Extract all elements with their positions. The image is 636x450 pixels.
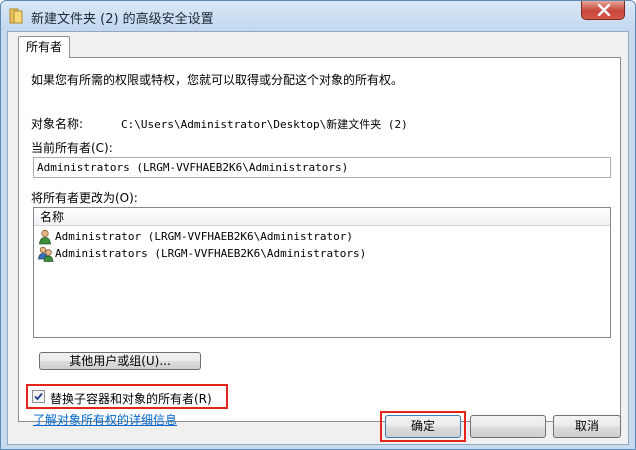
intro-text: 如果您有所需的权限或特权，您就可以取得或分配这个对象的所有权。 <box>31 73 404 87</box>
column-header-name[interactable]: 名称 <box>34 208 610 226</box>
close-icon <box>597 4 611 16</box>
window-title: 新建文件夹 (2) 的高级安全设置 <box>31 12 214 27</box>
tab-owner[interactable]: 所有者 <box>18 36 70 58</box>
title-bar[interactable]: 新建文件夹 (2) 的高级安全设置 <box>1 1 635 31</box>
group-icon <box>38 246 54 262</box>
user-icon <box>39 229 51 245</box>
close-button[interactable] <box>581 1 625 20</box>
list-item-label: Administrators (LRGM-VVFHAEB2K6\Administ… <box>55 247 367 260</box>
list-item-label: Administrator (LRGM-VVFHAEB2K6\Administr… <box>55 230 354 243</box>
dialog-client-area: 所有者 如果您有所需的权限或特权，您就可以取得或分配这个对象的所有权。 对象名称… <box>7 31 629 445</box>
folder-icon <box>9 8 23 24</box>
checkmark-icon <box>34 392 43 401</box>
replace-owner-label[interactable]: 替换子容器和对象的所有者(R) <box>50 390 212 407</box>
current-owner-value: Administrators (LRGM-VVFHAEB2K6\Administ… <box>37 161 349 174</box>
object-name-value: C:\Users\Administrator\Desktop\新建文件夹 (2) <box>121 118 408 131</box>
current-owner-label: 当前所有者(C): <box>31 141 113 155</box>
apply-button[interactable] <box>470 415 546 438</box>
dialog-window: 新建文件夹 (2) 的高级安全设置 所有者 如果您有所需的权限或特权，您就可以取… <box>0 0 636 450</box>
ok-button[interactable]: 确定 <box>385 415 461 438</box>
current-owner-field[interactable]: Administrators (LRGM-VVFHAEB2K6\Administ… <box>33 157 611 178</box>
change-owner-label: 将所有者更改为(O): <box>31 191 138 205</box>
cancel-button[interactable]: 取消 <box>553 415 621 438</box>
replace-owner-checkbox[interactable] <box>32 390 45 403</box>
owner-candidates-list[interactable]: 名称 Administrator (LRGM-VVFHAEB2K6\Admini… <box>33 207 611 338</box>
object-name-label: 对象名称: <box>31 117 84 131</box>
learn-more-link[interactable]: 了解对象所有权的详细信息 <box>33 411 177 428</box>
other-users-button[interactable]: 其他用户或组(U)... <box>39 352 201 370</box>
owner-tab-panel: 如果您有所需的权限或特权，您就可以取得或分配这个对象的所有权。 对象名称: C:… <box>18 57 621 427</box>
